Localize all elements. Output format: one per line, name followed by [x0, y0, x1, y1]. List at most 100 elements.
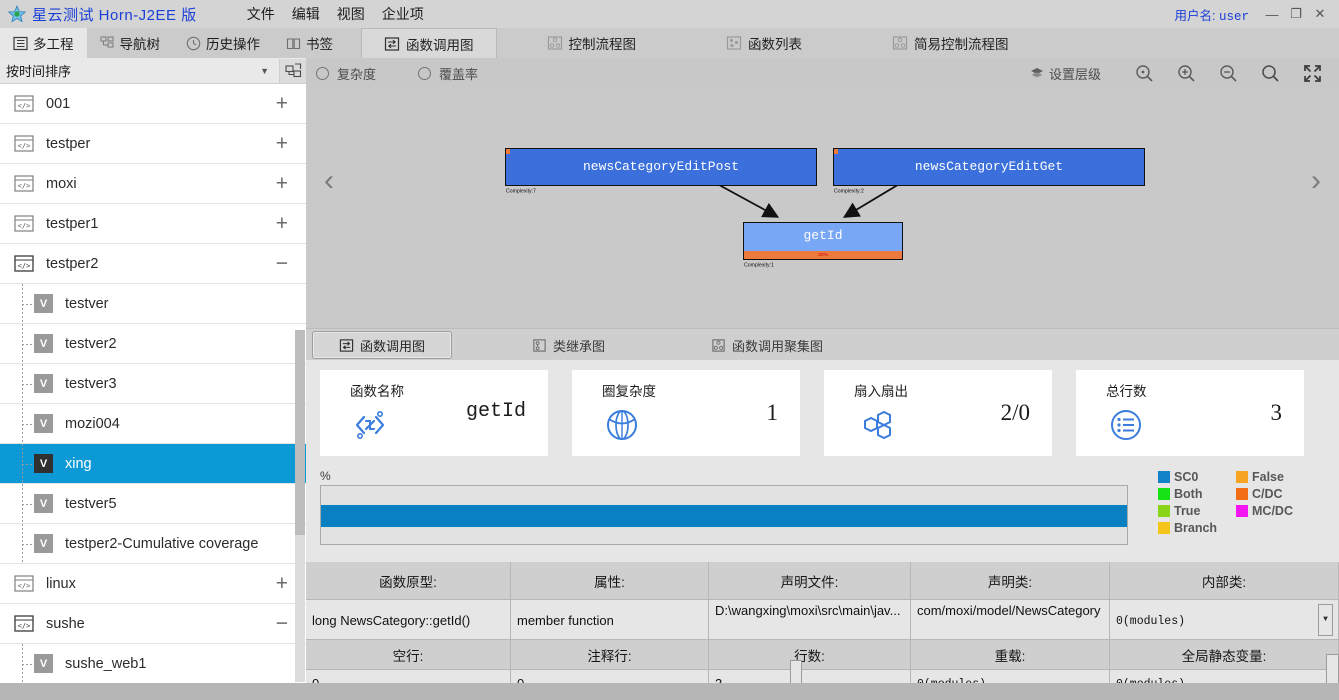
view-tab-function-list[interactable]: 函数列表 — [704, 28, 824, 58]
detail-tab-call-graph[interactable]: 函数调用图 — [312, 331, 453, 359]
project-row-testper2[interactable]: </> testper2 − — [0, 244, 306, 284]
detail-tab-class-hierarchy[interactable]: 类继承图 — [506, 332, 631, 358]
expand-toggle[interactable]: + — [276, 93, 288, 114]
zoom-out-icon[interactable] — [1207, 58, 1249, 88]
expand-toggle[interactable]: + — [276, 213, 288, 234]
menu-view[interactable]: 视图 — [337, 4, 365, 24]
expand-toggle[interactable]: + — [276, 133, 288, 154]
tool-tab-label: 历史操作 — [206, 37, 260, 52]
project-row-linux[interactable]: </> linux + — [0, 564, 306, 604]
svg-text:</>: </> — [18, 262, 31, 270]
version-row-testver2[interactable]: V testver2 — [0, 324, 306, 364]
legend-swatch — [1236, 505, 1248, 517]
tool-tab-multiproject[interactable]: 多工程 — [0, 28, 87, 58]
legend-label: False — [1252, 470, 1284, 484]
menu-enterprise[interactable]: 企业项 — [382, 4, 424, 24]
legend-swatch — [1158, 488, 1170, 500]
table-row-2[interactable]: 0 0 3 0(modules) 0(modules) — [306, 670, 1339, 683]
version-row-testver3[interactable]: V testver3 — [0, 364, 306, 404]
metric-card-function-name: 函数名称 getId — [320, 369, 548, 456]
tool-tab-history[interactable]: 历史操作 — [173, 28, 273, 58]
expand-toggle[interactable]: + — [276, 173, 288, 194]
zoom-in-icon[interactable] — [1165, 58, 1207, 88]
sort-label[interactable]: 按时间排序 — [6, 61, 71, 80]
version-label: xing — [65, 455, 92, 472]
metric-value: 3 — [1270, 399, 1283, 425]
graph-node-newsCategoryEditPost[interactable]: newsCategoryEditPost — [505, 148, 817, 186]
title-bar: 星云测试 Horn-J2EE 版 文件 编辑 视图 企业项 用户名: user … — [0, 0, 1339, 29]
menu-file[interactable]: 文件 — [247, 4, 275, 24]
graph-node-complexity: Complexity:2 — [834, 188, 864, 194]
tree-guide-stub — [22, 664, 32, 665]
chevron-down-icon[interactable]: ▼ — [1318, 604, 1333, 636]
tool-tab-navtree[interactable]: 导航树 — [87, 28, 174, 58]
version-row-mozi004[interactable]: V mozi004 — [0, 404, 306, 444]
legend-label: MC/DC — [1252, 504, 1293, 518]
detail-tab-call-cluster[interactable]: 函数调用聚集图 — [685, 332, 849, 358]
new-project-icon[interactable] — [279, 58, 306, 83]
list-panel-icon — [13, 36, 28, 51]
collapse-toggle[interactable]: − — [276, 253, 288, 274]
set-level-button[interactable]: 设置层级 — [1030, 64, 1101, 83]
graph-node-newsCategoryEditGet[interactable]: newsCategoryEditGet — [833, 148, 1145, 186]
radio-group-complexity[interactable]: 复杂度 — [316, 64, 418, 83]
table-scroll-handle[interactable] — [790, 660, 802, 684]
legend-item-true: True — [1158, 504, 1236, 518]
version-row-sushe-web1[interactable]: V sushe_web1 — [0, 644, 306, 683]
layers-icon — [1030, 66, 1044, 80]
table-header-cell: 内部类: — [1110, 562, 1339, 600]
svg-text:</>: </> — [18, 182, 31, 190]
view-tab-flow-graph[interactable]: 控制流程图 — [525, 28, 659, 58]
project-label: testper — [46, 135, 91, 152]
project-row-001[interactable]: </> 001 + — [0, 84, 306, 124]
project-list[interactable]: </> 001 + </> testper + </> moxi + </> t… — [0, 84, 306, 683]
fullscreen-icon[interactable] — [1291, 58, 1333, 88]
tool-tab-bookmark[interactable]: 书签 — [273, 28, 346, 58]
tool-tab-label: 导航树 — [119, 37, 161, 52]
project-row-sushe[interactable]: </> sushe − — [0, 604, 306, 644]
view-tab-call-graph[interactable]: 函数调用图 — [361, 28, 497, 58]
tree-guide-stub — [22, 544, 32, 545]
call-graph-canvas[interactable]: ‹ › newsCategoryEditPost Complexity:7 ne… — [306, 88, 1339, 328]
maximize-button[interactable]: ❐ — [1285, 3, 1307, 25]
version-row-testver5[interactable]: V testver5 — [0, 484, 306, 524]
view-tab-simple-flow[interactable]: 简易控制流程图 — [870, 28, 1031, 58]
collapse-toggle[interactable]: − — [276, 613, 288, 634]
close-button[interactable]: ✕ — [1309, 3, 1331, 25]
table-row[interactable]: long NewsCategory::getId() member functi… — [306, 600, 1339, 640]
version-row-testver[interactable]: V testver — [0, 284, 306, 324]
version-icon: V — [34, 334, 53, 353]
sidebar-scrollbar[interactable] — [295, 330, 305, 682]
graph-node-getId[interactable]: getId 100% — [743, 222, 903, 260]
radio-coverage[interactable] — [418, 66, 432, 80]
project-row-testper1[interactable]: </> testper1 + — [0, 204, 306, 244]
coverage-bar-chart — [320, 485, 1128, 545]
project-row-testper[interactable]: </> testper + — [0, 124, 306, 164]
username-label: 用户名: — [1174, 8, 1216, 23]
version-icon: V — [34, 534, 53, 553]
sidebar-scrollbar-thumb[interactable] — [295, 330, 305, 535]
minimize-button[interactable]: — — [1261, 3, 1283, 25]
app-logo-icon — [7, 4, 27, 23]
radio-group-coverage[interactable]: 覆盖率 — [418, 64, 520, 83]
version-row-cumulative[interactable]: V testper2-Cumulative coverage — [0, 524, 306, 564]
version-row-xing[interactable]: V xing — [0, 444, 306, 484]
search-icon[interactable] — [1249, 58, 1291, 88]
table-scrollbar[interactable] — [1326, 654, 1339, 683]
tree-guide-stub — [22, 344, 32, 345]
expand-toggle[interactable]: + — [276, 573, 288, 594]
view-tab-label: 控制流程图 — [568, 37, 637, 52]
graph-node-complexity: Complexity:1 — [744, 262, 774, 268]
zoom-actual-icon[interactable] — [1123, 58, 1165, 88]
chevron-down-icon[interactable]: ▼ — [260, 66, 269, 76]
metric-card-cyclomatic-complexity: 圈复杂度 1 — [572, 369, 800, 456]
project-row-moxi[interactable]: </> moxi + — [0, 164, 306, 204]
menu-edit[interactable]: 编辑 — [292, 4, 320, 24]
function-info-table[interactable]: 函数原型: 属性: 声明文件: 声明类: 内部类: long NewsCateg… — [306, 562, 1339, 683]
version-icon: V — [34, 494, 53, 513]
metric-title: 总行数 — [1106, 383, 1147, 399]
radio-complexity[interactable] — [316, 66, 329, 80]
svg-text:</>: </> — [18, 102, 31, 110]
radio-coverage-label: 覆盖率 — [439, 66, 479, 82]
legend-item-both: Both — [1158, 487, 1236, 501]
